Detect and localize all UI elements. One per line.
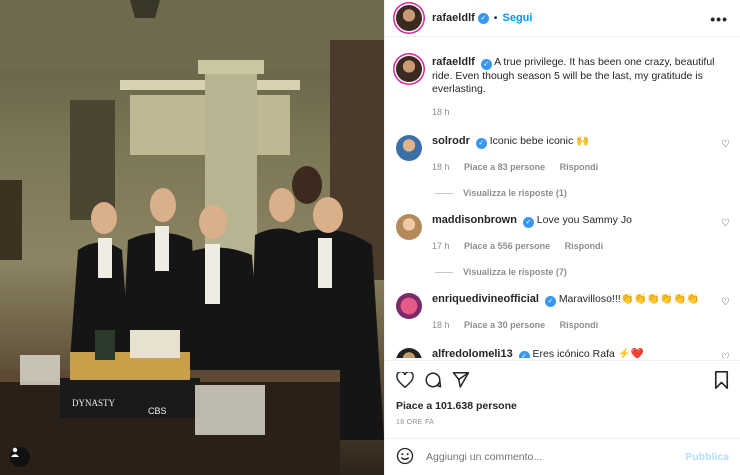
comment-text: Eres icónico Rafa ⚡❤️: [532, 348, 644, 358]
emoji-icon[interactable]: [396, 447, 414, 468]
heart-icon[interactable]: [396, 371, 414, 388]
party-scene-image: DYNASTY CBS: [0, 0, 384, 475]
comment-time: 17 h: [432, 241, 450, 251]
heart-icon[interactable]: ♡: [721, 139, 730, 150]
divider: [435, 271, 453, 273]
list-item: solrodr ✓ Iconic bebe iconic 🙌 18 h Piac…: [385, 135, 740, 174]
divider: [435, 192, 453, 194]
verified-badge-icon: ✓: [522, 217, 534, 228]
list-item: alfredolomeli13 ✓ Eres icónico Rafa ⚡❤️ …: [385, 348, 740, 358]
post-timestamp: 18 ORE FA: [396, 419, 435, 426]
comment-likes[interactable]: Piace a 83 persone: [464, 162, 545, 172]
caption-username[interactable]: rafaeldlf: [432, 56, 475, 68]
reply-button[interactable]: Rispondi: [560, 320, 599, 330]
avatar[interactable]: [396, 348, 422, 358]
avatar[interactable]: [396, 56, 422, 82]
comment-username[interactable]: maddisonbrown: [432, 214, 517, 226]
comment-text: Love you Sammy Jo: [536, 214, 632, 226]
svg-text:CBS: CBS: [148, 406, 167, 416]
save-icon[interactable]: [714, 370, 729, 389]
post-detail-panel: rafaeldlf ✓ • Segui ••• rafaeldlf ✓ A tr…: [384, 0, 740, 475]
view-replies-button[interactable]: Visualizza le risposte (1): [435, 188, 740, 198]
comment-icon[interactable]: [424, 371, 442, 389]
post-header: rafaeldlf ✓ • Segui •••: [385, 0, 740, 37]
add-comment-bar: Pubblica: [385, 438, 740, 475]
reply-button[interactable]: Rispondi: [560, 162, 599, 172]
caption-text: A true privilege. It has been one crazy,…: [432, 56, 715, 95]
caption: rafaeldlf ✓ A true privilege. It has bee…: [385, 38, 740, 119]
avatar[interactable]: [396, 135, 422, 161]
comment-username[interactable]: enriquedivineofficial: [432, 293, 539, 305]
reply-button[interactable]: Rispondi: [565, 241, 604, 251]
comment-text: Iconic bebe iconic 🙌: [489, 135, 590, 147]
list-item: enriquedivineofficial ✓ Maravilloso!!!👏👏…: [385, 293, 740, 332]
comment-username[interactable]: alfredolomeli13: [432, 348, 513, 358]
verified-badge-icon: ✓: [480, 59, 492, 70]
likes-count[interactable]: Piace a 101.638 persone: [396, 400, 517, 412]
heart-icon[interactable]: ♡: [721, 352, 730, 358]
follow-button[interactable]: Segui: [502, 12, 532, 24]
verified-badge-icon: ✓: [518, 351, 530, 358]
comment-text: Maravilloso!!!👏👏👏👏👏👏: [558, 293, 700, 305]
caption-time: 18 h: [432, 107, 450, 117]
avatar[interactable]: [396, 214, 422, 240]
separator-dot: •: [493, 12, 498, 24]
comments-list[interactable]: rafaeldlf ✓ A true privilege. It has bee…: [385, 38, 740, 358]
comment-likes[interactable]: Piace a 556 persone: [464, 241, 550, 251]
heart-icon[interactable]: ♡: [721, 297, 730, 308]
avatar[interactable]: [396, 293, 422, 319]
comment-time: 18 h: [432, 320, 450, 330]
view-replies-button[interactable]: Visualizza le risposte (7): [435, 267, 740, 277]
heart-icon[interactable]: ♡: [721, 218, 730, 229]
list-item: maddisonbrown ✓ Love you Sammy Jo 17 h P…: [385, 214, 740, 253]
post-photo[interactable]: DYNASTY CBS: [0, 0, 384, 475]
verified-badge-icon: ✓: [475, 138, 487, 149]
comment-time: 18 h: [432, 162, 450, 172]
post-username[interactable]: rafaeldlf: [432, 12, 475, 24]
view-replies-label: Visualizza le risposte (7): [463, 267, 567, 277]
share-icon[interactable]: [452, 371, 470, 388]
more-options-icon[interactable]: •••: [710, 11, 728, 27]
avatar[interactable]: [396, 5, 422, 31]
verified-badge-icon: ✓: [477, 12, 489, 24]
verified-badge-icon: ✓: [544, 296, 556, 307]
publish-button[interactable]: Pubblica: [685, 451, 729, 463]
post-actions-bar: [385, 360, 740, 398]
comment-input[interactable]: [426, 451, 686, 463]
svg-text:DYNASTY: DYNASTY: [72, 398, 116, 408]
view-replies-label: Visualizza le risposte (1): [463, 188, 567, 198]
comment-likes[interactable]: Piace a 30 persone: [464, 320, 545, 330]
tag-user-icon[interactable]: [10, 447, 30, 467]
comment-username[interactable]: solrodr: [432, 135, 470, 147]
